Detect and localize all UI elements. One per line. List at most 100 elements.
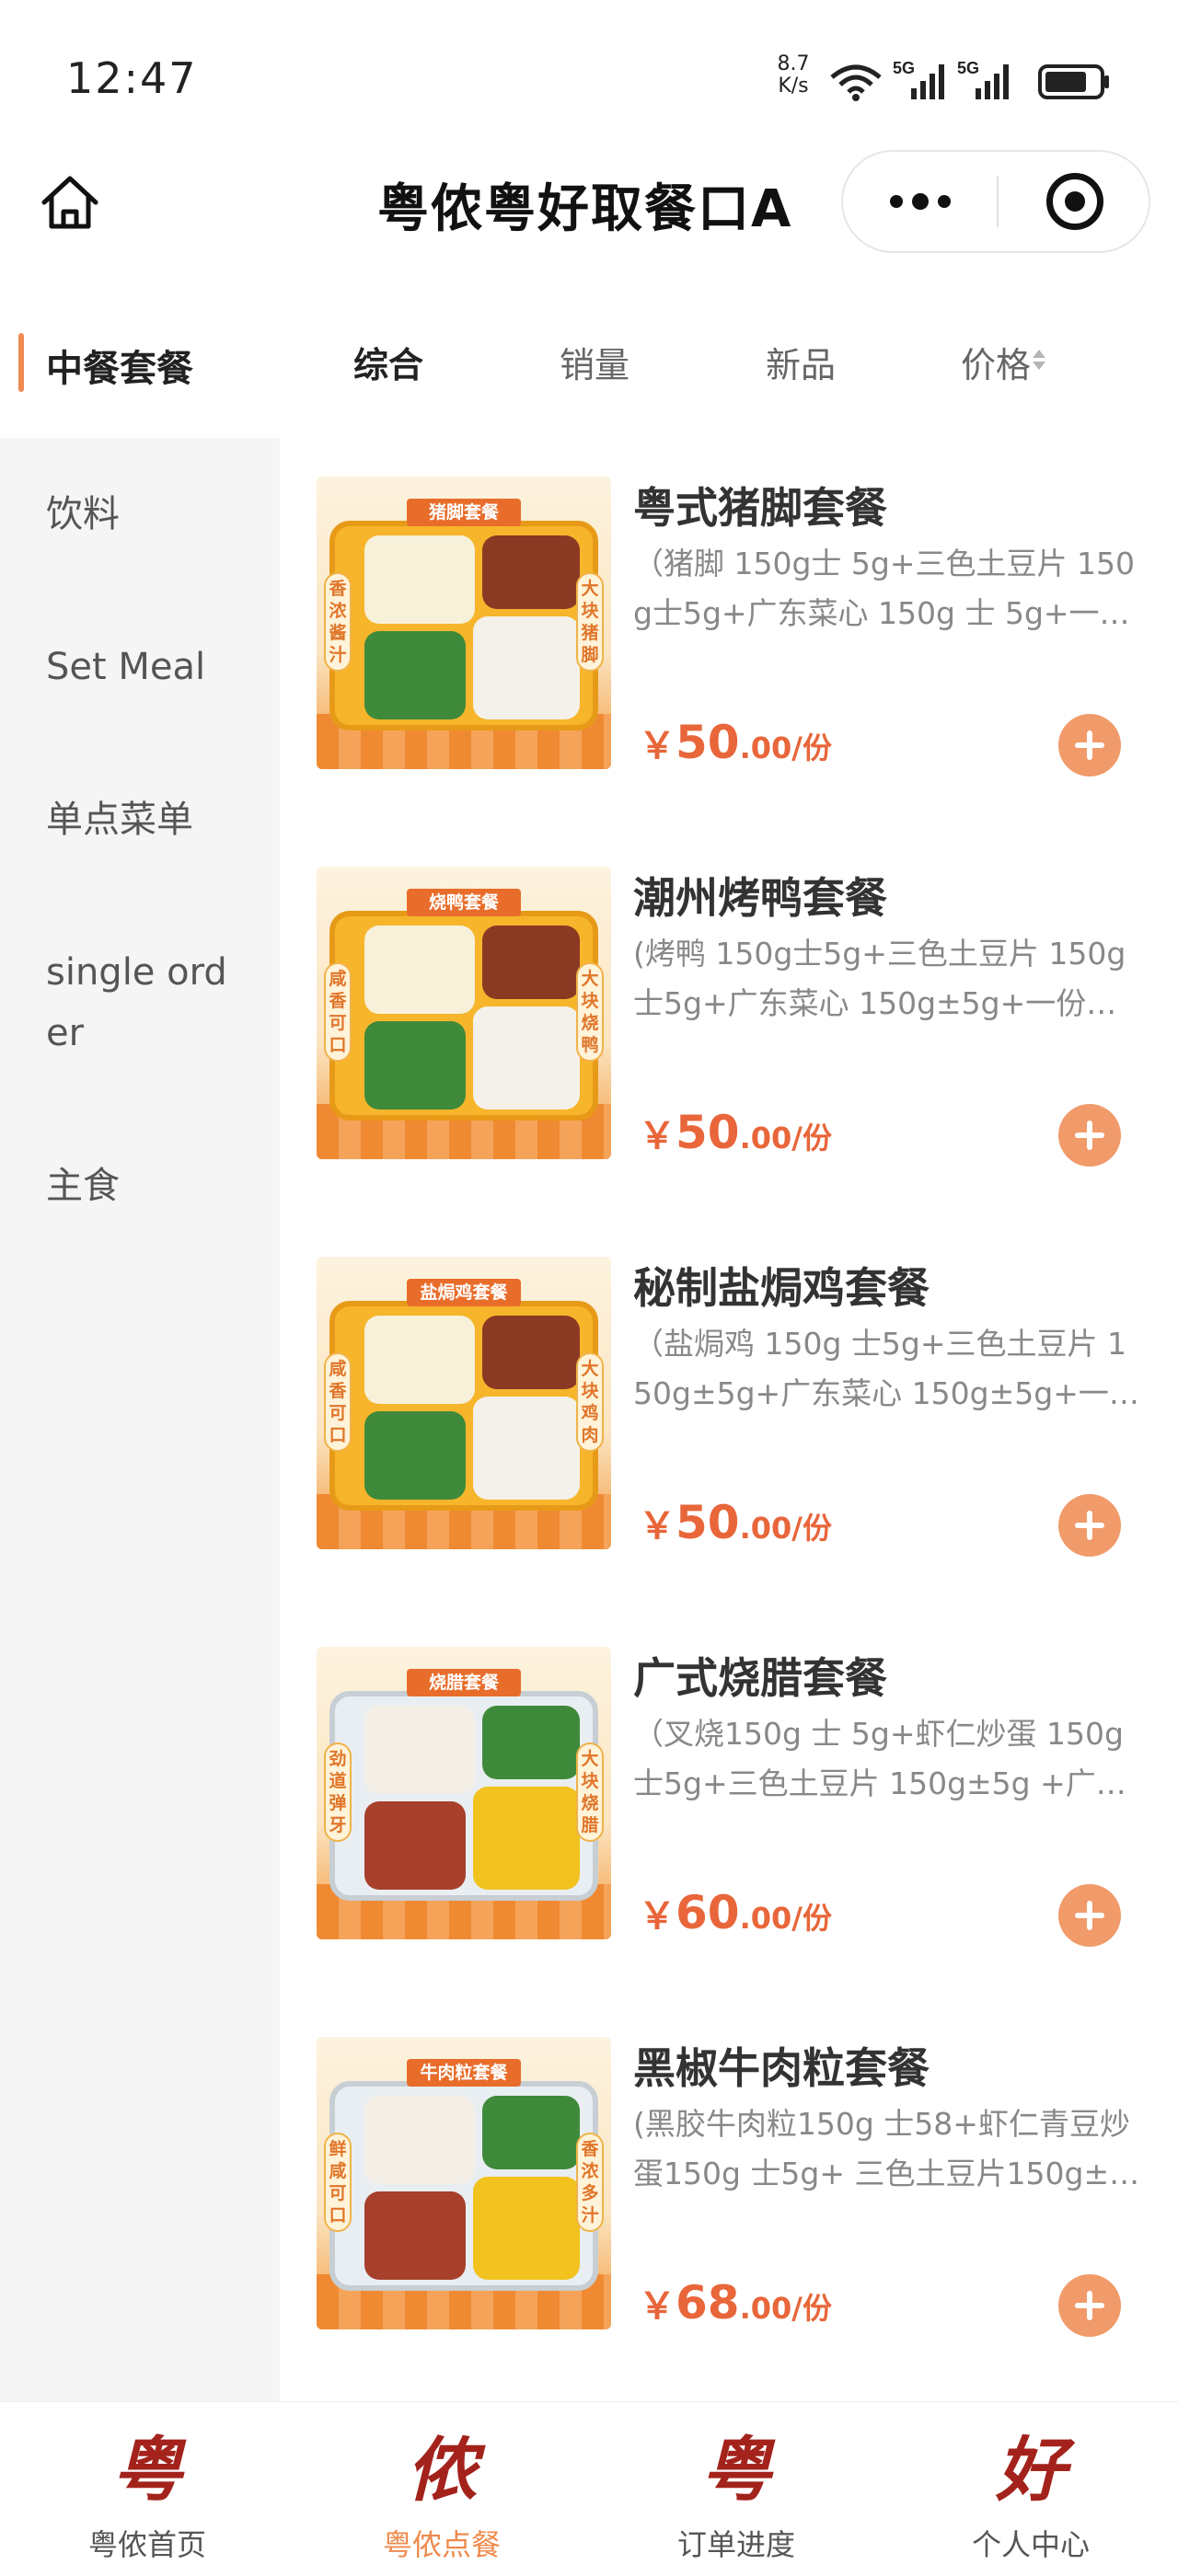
tab-profile[interactable]: 好 个人中心 [884, 2402, 1178, 2576]
price-decimal-unit: .00/份 [739, 1511, 832, 1546]
currency-symbol: ￥ [639, 1895, 676, 1938]
product-card[interactable]: 烧腊套餐 劲道弹牙 大块烧腊 广式烧腊套餐 （叉烧150g 士 5g+虾仁炒蛋 150g… [280, 1608, 1178, 1998]
product-image[interactable]: 猪脚套餐香浓酱汁 大块猪脚 [317, 477, 611, 769]
price-integer: 50 [676, 716, 740, 769]
sort-arrows-icon [1033, 350, 1045, 377]
tab-bar: 粤 粤侬首页 侬 粤侬点餐 粤 订单进度 好 个人中心 [0, 2401, 1178, 2576]
page-title: 粤侬粤好取餐口A [377, 179, 793, 239]
sidebar-item-set-meal[interactable]: Set Meal [46, 637, 267, 697]
product-image[interactable]: 牛肉粒套餐鲜咸可口 香浓多汁 [317, 2037, 611, 2329]
sort-tab-sales[interactable]: 销量 [560, 337, 629, 387]
product-image[interactable]: 烧腊套餐劲道弹牙 大块烧腊 [317, 1647, 611, 1939]
price-integer: 50 [676, 1496, 740, 1549]
target-close-icon [1046, 173, 1103, 230]
image-tag: 猪脚套餐 [407, 499, 521, 526]
network-speed: 8.7 K/s [768, 53, 819, 98]
product-name[interactable]: 秘制盐焗鸡套餐 [633, 1255, 930, 1316]
tab-order-progress[interactable]: 粤 订单进度 [589, 2402, 884, 2576]
image-caption-left: 鲜咸可口 [324, 2133, 352, 2232]
sidebar-item-single-order[interactable]: single order [46, 942, 230, 1064]
sidebar-item-staple[interactable]: 主食 [46, 1156, 267, 1216]
image-caption-left: 劲道弹牙 [324, 1742, 352, 1842]
add-to-cart-button[interactable] [1058, 1884, 1121, 1947]
product-price: ￥50.00/份 [639, 1106, 832, 1159]
product-price: ￥50.00/份 [639, 716, 832, 769]
product-price: ￥50.00/份 [639, 1496, 832, 1549]
close-button[interactable] [998, 152, 1152, 251]
tab-order-food[interactable]: 侬 粤侬点餐 [294, 2402, 589, 2576]
brand-glyph-icon: 粤 [701, 2429, 771, 2511]
sidebar-item-single-dishes[interactable]: 单点菜单 [46, 789, 267, 850]
image-tag: 烧腊套餐 [407, 1669, 521, 1696]
image-caption-left: 咸香可口 [324, 1352, 352, 1452]
signal-icon-2: 5G [957, 59, 1009, 99]
sort-tab-comprehensive[interactable]: 综合 [353, 337, 423, 387]
image-caption-left: 咸香可口 [324, 962, 352, 1062]
image-caption-right: 大块鸡肉 [576, 1352, 604, 1452]
currency-symbol: ￥ [639, 1505, 676, 1547]
image-tag: 烧鸭套餐 [407, 889, 521, 916]
product-card[interactable]: 牛肉粒套餐 鲜咸可口 香浓多汁 黑椒牛肉粒套餐 (黑胶牛肉粒150g 士58+虾仁青豆炒… [280, 1998, 1178, 2388]
price-integer: 50 [676, 1106, 740, 1159]
product-name[interactable]: 粤式猪脚套餐 [633, 475, 887, 535]
home-icon [41, 176, 98, 229]
price-decimal-unit: .00/份 [739, 730, 832, 765]
tab-home[interactable]: 粤 粤侬首页 [0, 2402, 294, 2576]
sort-tab-price[interactable]: 价格 [961, 337, 1031, 387]
tab-label: 粤侬首页 [87, 2527, 206, 2562]
currency-symbol: ￥ [639, 1115, 676, 1157]
category-header[interactable]: 中餐套餐 [18, 329, 294, 396]
add-to-cart-button[interactable] [1058, 714, 1121, 776]
product-name[interactable]: 潮州烤鸭套餐 [633, 865, 887, 926]
more-button[interactable] [843, 152, 998, 251]
brand-glyph-icon: 好 [996, 2429, 1066, 2511]
product-price: ￥60.00/份 [639, 1886, 832, 1939]
product-card[interactable]: 猪脚套餐香浓酱汁 大块猪脚 粤式猪脚套餐 （猪脚 150g士 5g+三色土豆片 150… [280, 438, 1178, 828]
image-caption-left: 香浓酱汁 [324, 572, 352, 672]
sort-tab-new[interactable]: 新品 [766, 337, 836, 387]
sidebar-item-drinks[interactable]: 饮料 [46, 484, 267, 545]
add-to-cart-button[interactable] [1058, 1104, 1121, 1167]
price-decimal-unit: .00/份 [739, 1901, 832, 1936]
more-icon [890, 195, 903, 208]
wifi-icon [830, 64, 882, 101]
product-image[interactable]: 盐焗鸡套餐 咸香可口 大块鸡肉 [317, 1257, 611, 1549]
active-indicator [18, 333, 24, 392]
tab-label: 个人中心 [971, 2527, 1090, 2562]
product-description: （猪脚 150g士 5g+三色土豆片 150g士5g+广东菜心 150g 士 5… [633, 546, 1135, 631]
price-decimal-unit: .00/份 [739, 1121, 832, 1156]
currency-symbol: ￥ [639, 725, 676, 767]
add-to-cart-button[interactable] [1058, 1494, 1121, 1557]
product-name[interactable]: 广式烧腊套餐 [633, 1645, 887, 1706]
tab-label: 粤侬点餐 [382, 2527, 501, 2562]
home-button[interactable] [37, 169, 103, 236]
category-header-label: 中餐套餐 [46, 348, 193, 390]
product-card[interactable]: 盐焗鸡套餐 咸香可口 大块鸡肉 秘制盐焗鸡套餐 （盐焗鸡 150g 士5g+三色土豆片 … [280, 1218, 1178, 1608]
price-decimal-unit: .00/份 [739, 2291, 832, 2326]
image-tag: 牛肉粒套餐 [407, 2059, 521, 2087]
brand-glyph-icon: 侬 [407, 2429, 477, 2511]
tab-label: 订单进度 [676, 2527, 795, 2562]
status-time: 12:47 [66, 53, 198, 103]
product-description: （盐焗鸡 150g 士5g+三色土豆片 150g±5g+广东菜心 150g±5g… [633, 1326, 1139, 1411]
add-to-cart-button[interactable] [1058, 2274, 1121, 2337]
status-icons: 5G 5G [830, 59, 1109, 101]
status-bar: 12:47 8.7 K/s 5G 5G [0, 0, 1178, 156]
signal-icon-1: 5G [893, 59, 944, 99]
image-caption-right: 大块猪脚 [576, 572, 604, 672]
image-caption-right: 大块烧腊 [576, 1742, 604, 1842]
image-caption-right: 香浓多汁 [576, 2133, 604, 2232]
product-image[interactable]: 烧鸭套餐咸香可口 大块烧鸭 [317, 867, 611, 1159]
product-price: ￥68.00/份 [639, 2276, 832, 2329]
battery-icon [1038, 64, 1109, 99]
network-speed-unit: K/s [778, 75, 809, 98]
mini-program-capsule [841, 150, 1150, 253]
product-card[interactable]: 烧鸭套餐咸香可口 大块烧鸭 潮州烤鸭套餐 (烤鸭 150g士5g+三色土豆片 150g… [280, 828, 1178, 1218]
product-name[interactable]: 黑椒牛肉粒套餐 [633, 2035, 930, 2096]
image-caption-right: 大块烧鸭 [576, 962, 604, 1062]
price-integer: 60 [676, 1886, 740, 1939]
currency-symbol: ￥ [639, 2285, 676, 2328]
svg-text:5G: 5G [957, 59, 979, 77]
product-description: (烤鸭 150g士5g+三色土豆片 150g士5g+广东菜心 150g±5g+一… [633, 936, 1126, 1021]
price-integer: 68 [676, 2276, 740, 2329]
